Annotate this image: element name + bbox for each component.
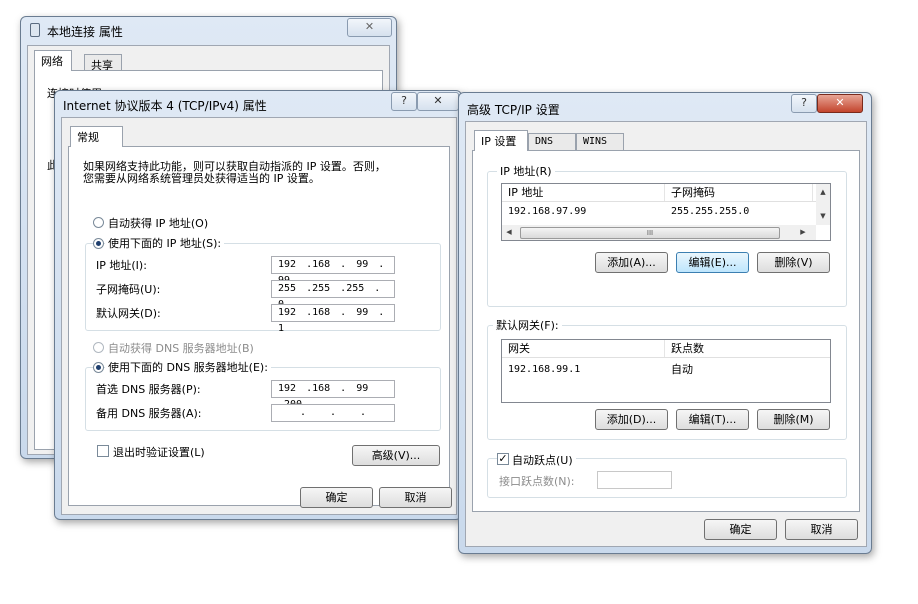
validate-on-exit-label: 退出时验证设置(L)	[113, 446, 205, 459]
gateway-list-row-ip[interactable]: 192.168.99.1	[502, 361, 671, 378]
network-adapter-icon	[30, 23, 40, 37]
auto-dns-label: 自动获得 DNS 服务器地址(B)	[108, 342, 254, 355]
adv-ok-button[interactable]: 确定	[704, 519, 777, 540]
adv-help-button[interactable]: ?	[791, 94, 817, 113]
auto-metric-checkbox[interactable]: ✓	[497, 453, 509, 465]
ip-delete-button[interactable]: 删除(V)	[757, 252, 830, 273]
ip-address-list[interactable]: IP 地址 子网掩码 192.168.97.99 255.255.255.0 ▲…	[501, 183, 831, 241]
ip-list-row-mask[interactable]: 255.255.255.0	[665, 203, 821, 220]
scroll-right-icon[interactable]: ▶	[798, 226, 808, 238]
gateway-add-button[interactable]: 添加(D)...	[595, 409, 668, 430]
ip-list-row-ip[interactable]: 192.168.97.99	[502, 203, 671, 220]
mask-column-header[interactable]: 子网掩码	[665, 184, 813, 201]
ipv4-close-button[interactable]: ✕	[417, 92, 459, 111]
ipv4-ok-button[interactable]: 确定	[300, 487, 373, 508]
adv-close-button[interactable]: ✕	[817, 94, 863, 113]
ip-list-vscrollbar[interactable]: ▲ ▼	[816, 184, 830, 225]
alternate-dns-label: 备用 DNS 服务器(A):	[96, 407, 202, 420]
adv-titlebar[interactable]: 高级 TCP/IP 设置 ? ✕	[459, 93, 871, 119]
ip-edit-button[interactable]: 编辑(E)...	[676, 252, 749, 273]
manual-dns-radio[interactable]	[93, 362, 104, 373]
ip-address-group-label: IP 地址(R)	[497, 163, 555, 179]
hscroll-thumb[interactable]: III	[520, 227, 780, 239]
tab-network[interactable]: 网络	[34, 50, 72, 71]
ipv4-intro-line2: 您需要从网络系统管理员处获得适当的 IP 设置。	[83, 172, 320, 185]
scroll-up-icon[interactable]: ▲	[816, 186, 830, 198]
subnet-mask-field[interactable]: 255 .255 .255 . 0	[271, 280, 395, 310]
adv-page: IP 地址(R) IP 地址 子网掩码 192.168.97.99 255.25…	[472, 150, 860, 512]
ipv4-page: 如果网络支持此功能，则可以获取自动指派的 IP 设置。否则， 您需要从网络系统管…	[68, 146, 450, 506]
adv-client: IP 设置 DNS WINS IP 地址(R) IP 地址 子网掩码 192.1…	[465, 121, 867, 547]
gateway-list-header: 网关 跃点数	[502, 340, 830, 358]
ip-address-field[interactable]: 192 .168 . 99 . 99	[271, 256, 395, 286]
ipv4-properties-window: Internet 协议版本 4 (TCP/IPv4) 属性 ? ✕ 常规 如果网…	[54, 90, 462, 520]
adv-cancel-button[interactable]: 取消	[785, 519, 858, 540]
gateway-list-row-metric[interactable]: 自动	[665, 361, 821, 378]
gateway-delete-button[interactable]: 删除(M)	[757, 409, 830, 430]
tab-dns[interactable]: DNS	[528, 133, 576, 151]
subnet-mask-label: 子网掩码(U):	[96, 283, 161, 296]
ip-add-button[interactable]: 添加(A)...	[595, 252, 668, 273]
alternate-dns-field[interactable]: . . .	[271, 404, 395, 422]
manual-dns-label: 使用下面的 DNS 服务器地址(E):	[105, 359, 271, 375]
auto-dns-radio[interactable]	[93, 342, 104, 353]
lan-titlebar[interactable]: 本地连接 属性 ✕	[21, 17, 396, 43]
auto-metric-label: 自动跃点(U)	[509, 452, 576, 468]
gateway-list[interactable]: 网关 跃点数 192.168.99.1 自动	[501, 339, 831, 403]
default-gateway-label: 默认网关(D):	[96, 307, 161, 320]
ipv4-client: 常规 如果网络支持此功能，则可以获取自动指派的 IP 设置。否则， 您需要从网络…	[61, 117, 457, 515]
manual-ip-label: 使用下面的 IP 地址(S):	[105, 235, 225, 251]
scroll-down-icon[interactable]: ▼	[816, 210, 830, 222]
interface-metric-label: 接口跃点数(N):	[499, 475, 575, 488]
ip-list-header: IP 地址 子网掩码	[502, 184, 816, 202]
auto-ip-label: 自动获得 IP 地址(O)	[108, 217, 209, 230]
auto-ip-radio[interactable]	[93, 217, 104, 228]
tab-ip-settings[interactable]: IP 设置	[474, 130, 528, 151]
scroll-left-icon[interactable]: ◀	[504, 226, 514, 238]
ip-column-header[interactable]: IP 地址	[502, 184, 665, 201]
ipv4-titlebar[interactable]: Internet 协议版本 4 (TCP/IPv4) 属性 ? ✕	[55, 91, 461, 117]
advanced-button[interactable]: 高级(V)...	[352, 445, 440, 466]
gateway-group-label: 默认网关(F):	[493, 317, 562, 333]
interface-metric-field[interactable]	[597, 471, 672, 489]
preferred-dns-field[interactable]: 192 .168 . 99 .200	[271, 380, 395, 410]
ip-address-label: IP 地址(I):	[96, 259, 147, 272]
adv-title: 高级 TCP/IP 设置	[467, 103, 560, 117]
gateway-edit-button[interactable]: 编辑(T)...	[676, 409, 749, 430]
tab-general[interactable]: 常规	[70, 126, 123, 147]
lan-close-button[interactable]: ✕	[347, 18, 392, 37]
tab-wins[interactable]: WINS	[576, 133, 624, 151]
ip-list-hscrollbar[interactable]: ◀ III ▶	[502, 225, 816, 240]
lan-title: 本地连接 属性	[47, 25, 123, 39]
ipv4-title: Internet 协议版本 4 (TCP/IPv4) 属性	[63, 99, 267, 113]
ipv4-help-button[interactable]: ?	[391, 92, 417, 111]
manual-ip-radio[interactable]	[93, 238, 104, 249]
preferred-dns-label: 首选 DNS 服务器(P):	[96, 383, 201, 396]
metric-column-header[interactable]: 跃点数	[665, 340, 830, 357]
gateway-column-header[interactable]: 网关	[502, 340, 665, 357]
validate-on-exit-checkbox[interactable]	[97, 445, 109, 457]
advanced-tcpip-window: 高级 TCP/IP 设置 ? ✕ IP 设置 DNS WINS IP 地址(R)…	[458, 92, 872, 554]
ipv4-cancel-button[interactable]: 取消	[379, 487, 452, 508]
default-gateway-field[interactable]: 192 .168 . 99 . 1	[271, 304, 395, 334]
